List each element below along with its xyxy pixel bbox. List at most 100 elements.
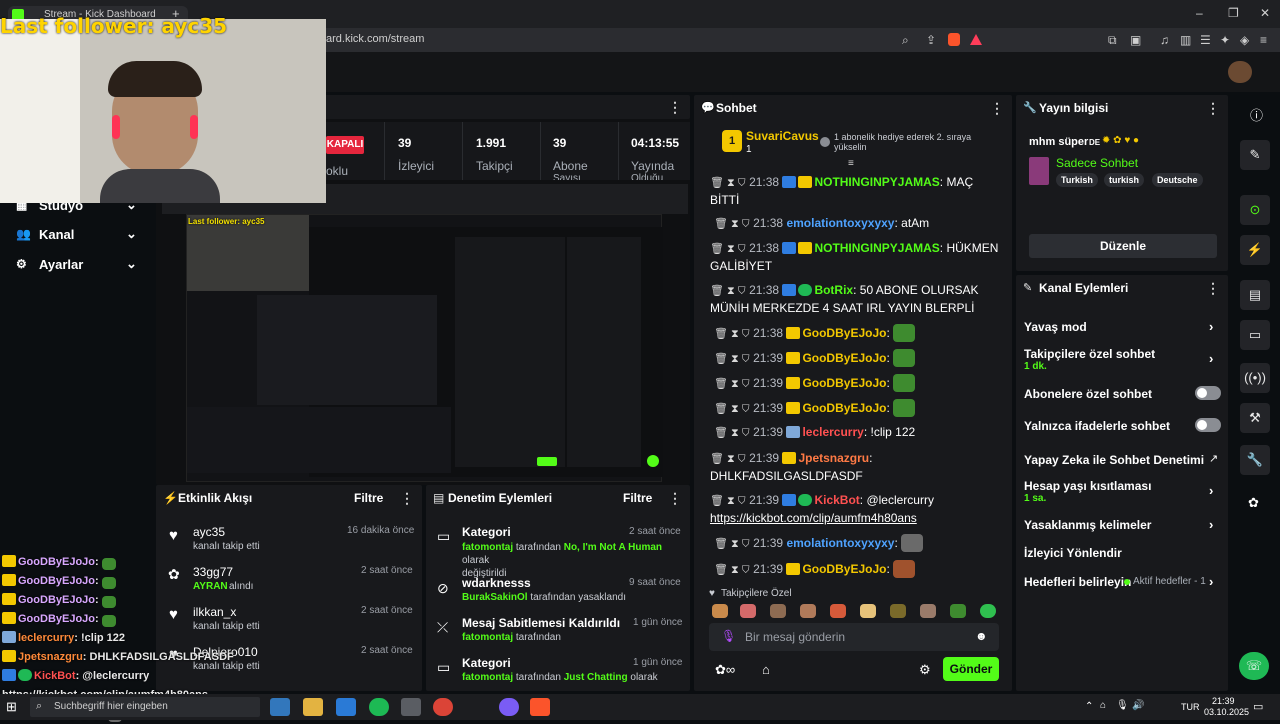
bookmarks-icon[interactable]: ☰: [1200, 33, 1211, 47]
screenshot-icon[interactable]: ▣: [1130, 33, 1141, 47]
leo-icon[interactable]: ✦: [1220, 33, 1230, 47]
emoji-icon[interactable]: ☻: [975, 629, 988, 643]
emote-icon[interactable]: [800, 604, 816, 618]
chat-message[interactable]: 🗑 ⧗ ⛉ 21:38 GooDByEJoJo:: [714, 324, 1004, 343]
action-raid[interactable]: İzleyici Yönlendir: [1024, 545, 1220, 561]
chat-input[interactable]: 🎙 Bir mesaj gönderin ☻: [709, 623, 999, 651]
url-text[interactable]: ard.kick.com/stream: [326, 33, 424, 45]
chat-bubble-icon[interactable]: ▭: [1240, 320, 1270, 350]
chat-message[interactable]: 🗑 ⧗ ⛉ 21:39 leclercurry: !clip 122: [714, 424, 1004, 442]
emote-icon[interactable]: [860, 604, 876, 618]
category-name[interactable]: Sadece Sohbet: [1056, 156, 1138, 170]
network-icon[interactable]: ⌂: [1100, 700, 1106, 711]
vpn-icon[interactable]: ◈: [1240, 33, 1249, 47]
emote-icon[interactable]: [920, 604, 936, 618]
wrench-icon[interactable]: 🔧: [1240, 445, 1270, 475]
calculator-icon[interactable]: [401, 698, 421, 716]
mic-tray-icon[interactable]: 🎙: [1116, 700, 1129, 711]
clock-time[interactable]: 21:39: [1212, 696, 1235, 706]
chat-message[interactable]: 🗑 ⧗ ⛉ 21:38 BotRix: 50 ABONE OLURSAK MÜN…: [710, 282, 1000, 317]
moderation-menu-button[interactable]: ⋮: [668, 490, 682, 507]
clock-date[interactable]: 03.10.2025: [1204, 707, 1249, 717]
chat-message[interactable]: 🗑 ⧗ ⛉ 21:38 NOTHINGINPYJAMAS: MAÇ BİTTİ: [710, 174, 1000, 209]
stream-video[interactable]: Last follower: ayc35: [186, 214, 663, 482]
kick-points-icon[interactable]: ✿: [1248, 495, 1259, 511]
maximize-button[interactable]: ❐: [1228, 6, 1239, 20]
subscribers-only-toggle[interactable]: [1195, 386, 1221, 400]
file-explorer-icon[interactable]: [303, 698, 323, 716]
chat-message[interactable]: 🗑 ⧗ ⛉ 21:39 GooDByEJoJo:: [714, 374, 1004, 393]
send-button[interactable]: Gönder: [943, 657, 999, 681]
lightning-icon[interactable]: ⚡: [1240, 235, 1270, 265]
chat-settings-icon[interactable]: ⚙: [919, 662, 931, 678]
activity-menu-button[interactable]: ⋮: [400, 490, 414, 507]
channel-actions-menu-button[interactable]: ⋮: [1206, 280, 1220, 297]
edit-icon[interactable]: ✎: [1240, 140, 1270, 170]
avatar[interactable]: [1228, 61, 1252, 83]
brave-icon[interactable]: [530, 698, 550, 716]
sidebar-icon[interactable]: ▥: [1180, 33, 1191, 47]
edit-button[interactable]: Düzenle: [1029, 234, 1217, 258]
action-followers-only[interactable]: Takipçilere özel sohbet 1 dk. ›: [1024, 347, 1220, 375]
activity-filter-button[interactable]: Filtre: [354, 491, 383, 505]
extensions-icon[interactable]: ⧉: [1108, 33, 1117, 48]
media-icon[interactable]: ♫: [1160, 33, 1169, 47]
chrome-icon[interactable]: [433, 698, 453, 716]
clip-link[interactable]: https://kickbot.com/clip/aumfm4h80ans: [710, 511, 917, 525]
action-ai-moderation[interactable]: Yapay Zeka ile Sohbet Denetimi ↗: [1024, 452, 1220, 468]
obs-icon[interactable]: [499, 698, 519, 716]
menu-icon[interactable]: ≡: [1260, 33, 1267, 47]
action-goals[interactable]: Hedefleri belirleyin Aktif hedefler - 1 …: [1024, 574, 1220, 590]
mod-tools-icon[interactable]: ⚒: [1240, 403, 1270, 433]
spotify-icon[interactable]: [369, 698, 389, 716]
action-banned-words[interactable]: Yasaklanmış kelimeler ›: [1024, 517, 1220, 533]
chat-message[interactable]: 🗑 ⧗ ⛉ 21:39 GooDByEJoJo:: [714, 349, 1004, 368]
nav-item-settings[interactable]: ⚙ Ayarlar ⌄: [16, 256, 146, 273]
share-icon[interactable]: ⇪: [926, 33, 936, 47]
chat-filter-icon[interactable]: ≡: [848, 158, 854, 169]
info-icon[interactable]: ⓘ: [1250, 105, 1263, 124]
chat-message[interactable]: 🗑 ⧗ ⛉ 21:39 GooDByEJoJo:: [714, 399, 1004, 418]
emote-icon[interactable]: [712, 604, 728, 618]
chat-message[interactable]: 🗑 ⧗ ⛉ 21:39 KickBot: @leclercurry https:…: [710, 492, 1000, 527]
chat-message[interactable]: 🗑 ⧗ ⛉ 21:39 emolationtoxyxyxy:: [714, 534, 1004, 553]
taskbar-search[interactable]: ⌕ Suchbegriff hier eingeben: [30, 697, 260, 717]
emote-icon[interactable]: [740, 604, 756, 618]
emote-icon[interactable]: [830, 604, 846, 618]
brave-rewards-icon[interactable]: [970, 34, 982, 45]
close-window-button[interactable]: ✕: [1260, 6, 1270, 20]
action-slow-mode[interactable]: Yavaş mod ›: [1024, 319, 1220, 335]
windows-start-icon[interactable]: ⊞: [6, 699, 17, 715]
store-app-icon[interactable]: [336, 698, 356, 716]
notes-icon[interactable]: ▤: [1240, 280, 1270, 310]
edge-icon[interactable]: [270, 698, 290, 716]
chat-menu-button[interactable]: ⋮: [990, 100, 1004, 117]
chat-message[interactable]: 🗑 ⧗ ⛉ 21:38 emolationtoxyxyxy: atAm: [714, 215, 1004, 233]
notifications-icon[interactable]: ▭: [1253, 700, 1263, 713]
pinned-user[interactable]: SuvariCavus: [746, 129, 819, 143]
kick-points-icon[interactable]: ✿∞: [715, 662, 735, 678]
stream-menu-button[interactable]: ⋮: [668, 99, 682, 116]
broadcast-icon[interactable]: ((•)): [1240, 363, 1270, 393]
microphone-icon[interactable]: 🎙: [721, 629, 736, 643]
support-icon[interactable]: ☏: [1239, 652, 1269, 680]
brave-shield-icon[interactable]: [948, 33, 960, 46]
minimize-button[interactable]: –: [1196, 6, 1203, 20]
action-account-age[interactable]: Hesap yaşı kısıtlaması 1 sa. ›: [1024, 479, 1220, 507]
volume-icon[interactable]: 🔊: [1132, 700, 1144, 711]
moderation-filter-button[interactable]: Filtre: [623, 491, 652, 505]
emote-icon[interactable]: [770, 604, 786, 618]
emotes-only-toggle[interactable]: [1195, 418, 1221, 432]
zoom-icon[interactable]: ⌕: [902, 33, 909, 48]
nav-item-channel[interactable]: 👥 Kanal ⌄: [16, 226, 146, 243]
emote-icon[interactable]: [950, 604, 966, 618]
emote-icon[interactable]: [980, 604, 996, 618]
chat-message[interactable]: 🗑 ⧗ ⛉ 21:39 GooDByEJoJo:: [714, 560, 1004, 579]
language-indicator[interactable]: TUR: [1181, 702, 1200, 712]
stream-info-menu-button[interactable]: ⋮: [1206, 100, 1220, 117]
camera-icon[interactable]: ⊙: [1240, 195, 1270, 225]
chat-message[interactable]: 🗑 ⧗ ⛉ 21:38 NOTHINGINPYJAMAS: HÜKMEN GAL…: [710, 240, 1000, 275]
tray-chevron-icon[interactable]: ⌃: [1085, 701, 1093, 712]
chat-message[interactable]: 🗑 ⧗ ⛉ 21:39 Jpetsnazgru: DHLKFADSILGASLD…: [710, 450, 1000, 485]
store-icon[interactable]: ⌂: [762, 662, 770, 677]
